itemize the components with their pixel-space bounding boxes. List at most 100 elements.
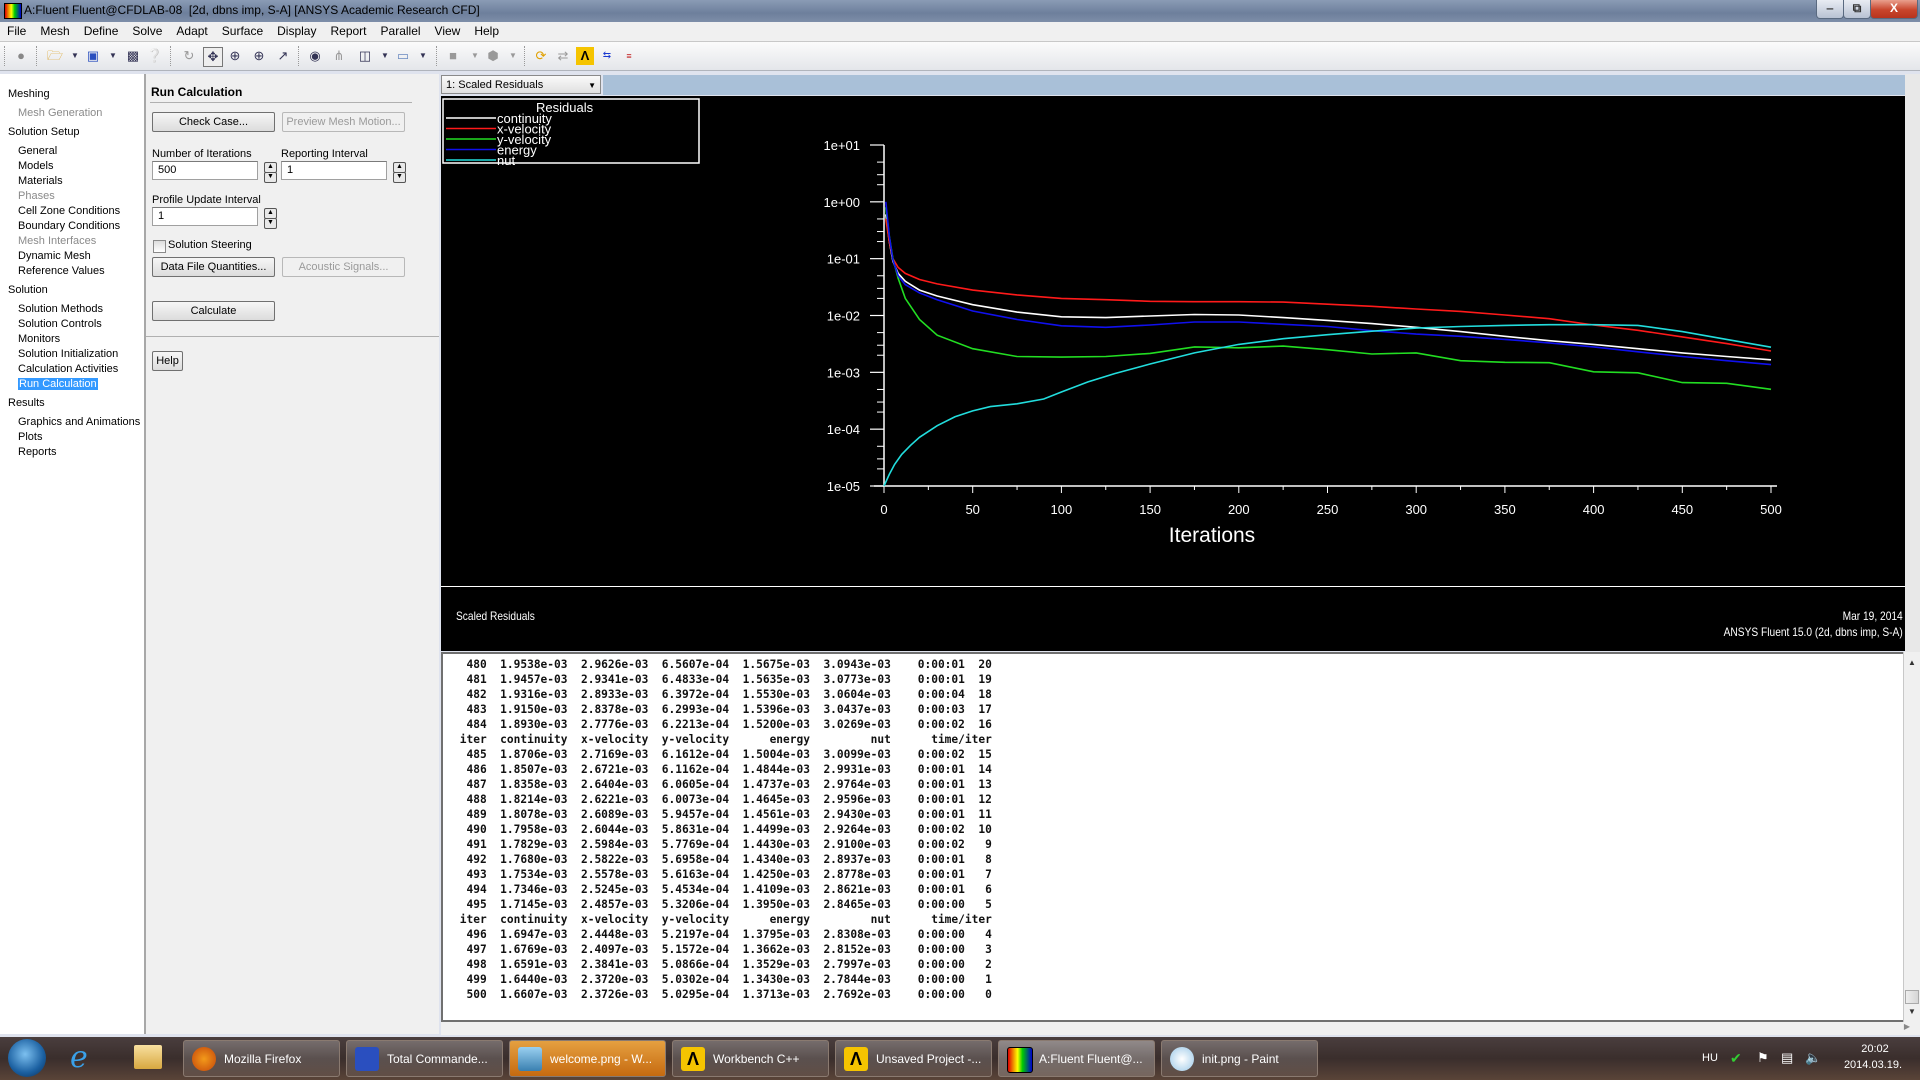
- shade-dropdown-icon[interactable]: ▼: [466, 47, 484, 65]
- language-indicator[interactable]: HU: [1702, 1052, 1718, 1064]
- nav-section-meshing[interactable]: Meshing: [8, 88, 50, 100]
- reporting-decrement-icon[interactable]: ▼: [393, 172, 406, 183]
- nav-item-reports[interactable]: Reports: [18, 446, 57, 458]
- menu-solve[interactable]: Solve: [125, 22, 169, 38]
- action-center-flag-icon[interactable]: ⚑: [1757, 1050, 1769, 1066]
- taskbar-item-unsaved-project[interactable]: Λ Unsaved Project -...: [835, 1040, 992, 1077]
- nav-item-dynamic-mesh[interactable]: Dynamic Mesh: [18, 250, 91, 262]
- network-status-icon[interactable]: ✔: [1730, 1050, 1742, 1067]
- save-icon[interactable]: ▣: [84, 47, 102, 65]
- menu-display[interactable]: Display: [270, 22, 323, 38]
- clock-date[interactable]: 2014.03.19.: [1838, 1059, 1908, 1071]
- volume-icon[interactable]: 🔈: [1805, 1050, 1821, 1066]
- toolbar-grip[interactable]: [4, 46, 8, 66]
- reporting-interval-input[interactable]: [281, 161, 387, 180]
- nav-item-reference-values[interactable]: Reference Values: [18, 265, 105, 277]
- taskbar-item-paint[interactable]: init.png - Paint: [1161, 1040, 1318, 1077]
- nav-item-solution-controls[interactable]: Solution Controls: [18, 318, 102, 330]
- taskbar-item-welcome-png[interactable]: welcome.png - W...: [509, 1040, 666, 1077]
- transfer-icon[interactable]: ⇆: [598, 47, 616, 65]
- taskbar-item-fluent[interactable]: A:Fluent Fluent@...: [998, 1040, 1155, 1077]
- graphics-window[interactable]: Residuals continuity x-velocity y-velocity…: [441, 96, 1905, 586]
- start-button[interactable]: [8, 1039, 46, 1077]
- window-dropdown-icon[interactable]: ▼: [414, 47, 432, 65]
- layout-icon[interactable]: ◫: [356, 47, 374, 65]
- number-of-iterations-input[interactable]: [152, 161, 258, 180]
- snapshot-icon[interactable]: ▩: [124, 47, 142, 65]
- restore-button[interactable]: ⧉: [1843, 0, 1871, 19]
- profile-update-interval-input[interactable]: [152, 207, 258, 226]
- menu-view[interactable]: View: [428, 22, 468, 38]
- taskbar-item-workbench[interactable]: Λ Workbench C++: [672, 1040, 829, 1077]
- menu-help[interactable]: Help: [467, 22, 506, 38]
- toolbar-grip[interactable]: [170, 46, 174, 66]
- mode-icon[interactable]: ≡: [620, 47, 638, 65]
- nav-section-results[interactable]: Results: [8, 397, 45, 409]
- nav-section-solution[interactable]: Solution: [8, 284, 48, 296]
- layout-dropdown-icon[interactable]: ▼: [376, 47, 394, 65]
- scrollbar-thumb[interactable]: [1905, 990, 1919, 1004]
- minimize-button[interactable]: ‒: [1816, 0, 1844, 19]
- internet-explorer-icon[interactable]: e: [70, 1041, 88, 1075]
- toolbar-grip[interactable]: [36, 46, 40, 66]
- sync-icon[interactable]: ⇄: [554, 47, 572, 65]
- profile-decrement-icon[interactable]: ▼: [264, 218, 277, 229]
- iterations-decrement-icon[interactable]: ▼: [264, 172, 277, 183]
- open-dropdown-icon[interactable]: ▼: [66, 47, 84, 65]
- nav-item-solution-initialization[interactable]: Solution Initialization: [18, 348, 118, 360]
- views-dropdown-icon[interactable]: ▼: [504, 47, 522, 65]
- data-file-quantities-button[interactable]: Data File Quantities...: [152, 257, 275, 277]
- network-icon[interactable]: ▤: [1781, 1050, 1793, 1066]
- close-button[interactable]: X: [1870, 0, 1918, 19]
- nav-section-solution-setup[interactable]: Solution Setup: [8, 126, 80, 138]
- explorer-icon[interactable]: [134, 1045, 162, 1069]
- save-dropdown-icon[interactable]: ▼: [104, 47, 122, 65]
- nav-item-monitors[interactable]: Monitors: [18, 333, 60, 345]
- graphics-window-select[interactable]: 1: Scaled Residuals ▼: [441, 75, 601, 94]
- nav-item-models[interactable]: Models: [18, 160, 53, 172]
- views-icon[interactable]: ⬢: [484, 47, 502, 65]
- menu-adapt[interactable]: Adapt: [169, 22, 214, 38]
- nav-item-materials[interactable]: Materials: [18, 175, 63, 187]
- ansys-icon[interactable]: Λ: [576, 47, 594, 65]
- scroll-down-icon[interactable]: ▼: [1908, 1007, 1916, 1016]
- menu-file[interactable]: File: [0, 22, 33, 38]
- pan-icon[interactable]: ✥: [203, 47, 223, 67]
- nav-item-calculation-activities[interactable]: Calculation Activities: [18, 363, 118, 375]
- clock-time[interactable]: 20:02: [1845, 1043, 1905, 1055]
- shade-icon[interactable]: ■: [444, 47, 462, 65]
- scroll-up-icon[interactable]: ▲: [1908, 658, 1916, 667]
- nav-item-boundary-conditions[interactable]: Boundary Conditions: [18, 220, 120, 232]
- taskbar-item-firefox[interactable]: Mozilla Firefox: [183, 1040, 340, 1077]
- menu-mesh[interactable]: Mesh: [33, 22, 76, 38]
- console-scrollbar[interactable]: ▲ ▼: [1903, 652, 1920, 1022]
- menu-report[interactable]: Report: [323, 22, 373, 38]
- help-icon[interactable]: ❔: [146, 47, 164, 65]
- toolbar-grip[interactable]: [436, 46, 440, 66]
- nav-item-plots[interactable]: Plots: [18, 431, 42, 443]
- menu-surface[interactable]: Surface: [215, 22, 270, 38]
- menu-parallel[interactable]: Parallel: [374, 22, 428, 38]
- zoom-to-fit-icon[interactable]: ◉: [306, 47, 324, 65]
- nav-item-general[interactable]: General: [18, 145, 57, 157]
- open-icon[interactable]: 🗁: [46, 47, 64, 65]
- zoom-icon[interactable]: ⊕: [226, 47, 244, 65]
- calculate-button[interactable]: Calculate: [152, 301, 275, 321]
- window-icon[interactable]: ▭: [394, 47, 412, 65]
- nav-item-cell-zone-conditions[interactable]: Cell Zone Conditions: [18, 205, 120, 217]
- axes-icon[interactable]: ⋔: [330, 47, 348, 65]
- help-button[interactable]: Help: [152, 351, 183, 371]
- check-case-button[interactable]: Check Case...: [152, 112, 275, 132]
- nav-item-solution-methods[interactable]: Solution Methods: [18, 303, 103, 315]
- stop-icon[interactable]: ●: [12, 47, 30, 65]
- horizontal-scrollbar[interactable]: ▶: [441, 1022, 1920, 1035]
- rotate-icon[interactable]: ↻: [180, 47, 198, 65]
- menu-define[interactable]: Define: [77, 22, 126, 38]
- toolbar-grip[interactable]: [298, 46, 302, 66]
- zoom-in-icon[interactable]: ⊕: [250, 47, 268, 65]
- scroll-right-icon[interactable]: ▶: [1904, 1022, 1910, 1031]
- probe-icon[interactable]: ↗: [274, 47, 292, 65]
- taskbar-item-total-commander[interactable]: Total Commande...: [346, 1040, 503, 1077]
- refresh-icon[interactable]: ⟳: [532, 47, 550, 65]
- nav-item-graphics-and-animations[interactable]: Graphics and Animations: [18, 416, 140, 428]
